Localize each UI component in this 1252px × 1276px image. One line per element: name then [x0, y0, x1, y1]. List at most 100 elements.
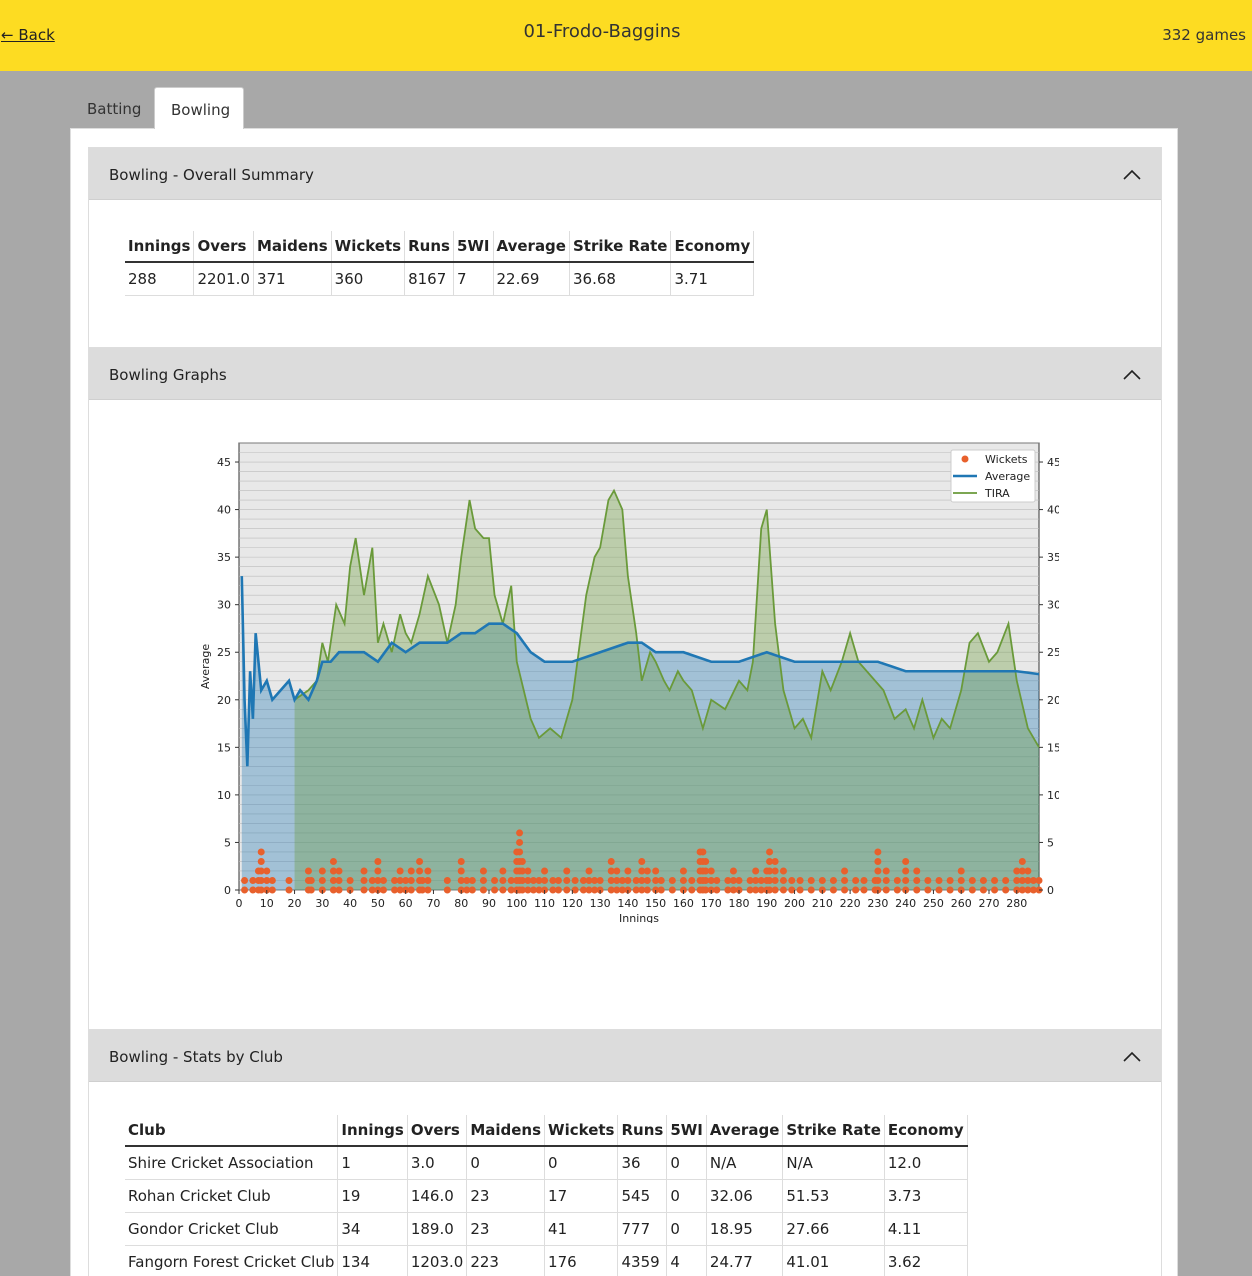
wicket-point	[713, 876, 721, 884]
wicket-point	[893, 886, 901, 894]
summary-panel-header[interactable]: Bowling - Overall Summary	[89, 148, 1161, 200]
table-cell: 17	[544, 1179, 619, 1213]
x-tick-label: 150	[645, 897, 666, 910]
x-tick-label: 220	[840, 897, 861, 910]
x-tick-label: 170	[701, 897, 722, 910]
bowling-chart: 0 10 20 30 40 50 60 70 80 90 100 110 120 130 140 150 160…	[199, 433, 1061, 927]
wicket-point	[874, 876, 882, 884]
x-tick-label: 30	[315, 897, 329, 910]
legend-wickets-marker	[961, 455, 969, 463]
table-cell: 134	[337, 1245, 408, 1276]
wicket-point	[407, 876, 415, 884]
wicket-point	[935, 876, 943, 884]
y-tick-label: 30	[217, 599, 231, 612]
table-cell: 0	[544, 1146, 619, 1180]
column-header: 5WI	[666, 1115, 707, 1147]
table-cell: 41	[544, 1212, 619, 1246]
top-bar: ← Back 01-Frodo-Baggins 332 games	[0, 0, 1252, 71]
y-tick-label-right: 25	[1047, 646, 1059, 659]
wicket-point	[335, 876, 343, 884]
wicket-point	[360, 876, 368, 884]
summary-panel: Bowling - Overall Summary Innings Overs Ma…	[88, 147, 1162, 347]
table-cell: Rohan Cricket Club	[125, 1179, 339, 1213]
wicket-point	[935, 886, 943, 894]
table-cell: 34	[337, 1212, 408, 1246]
wicket-point	[779, 876, 787, 884]
wicket-point	[241, 876, 249, 884]
wicket-point	[874, 857, 882, 865]
y-tick-label: 25	[217, 646, 231, 659]
table-cell: 51.53	[782, 1179, 885, 1213]
wicket-point	[860, 886, 868, 894]
table-row: Rohan Cricket Club 19 146.0 23 17 545 0 32.06 51…	[125, 1179, 968, 1213]
wicket-point	[829, 886, 837, 894]
wicket-point	[752, 867, 760, 875]
table-cell: 18.95	[706, 1212, 784, 1246]
wicket-point	[285, 876, 293, 884]
wicket-point	[788, 876, 796, 884]
wicket-point	[841, 886, 849, 894]
chevron-up-icon[interactable]	[1123, 368, 1141, 380]
table-cell: 4.11	[884, 1212, 968, 1246]
y-tick-label: 0	[224, 884, 231, 897]
wicket-point	[457, 857, 465, 865]
y-tick-label: 10	[217, 789, 231, 802]
wicket-point	[807, 876, 815, 884]
column-header: Average	[706, 1115, 784, 1147]
table-cell: 3.73	[884, 1179, 968, 1213]
wicket-point	[1024, 867, 1032, 875]
wicket-point	[479, 867, 487, 875]
tab-batting[interactable]: Batting	[71, 87, 157, 129]
wicket-point	[771, 857, 779, 865]
table-cell: N/A	[706, 1146, 784, 1180]
wicket-point	[491, 876, 499, 884]
legend-label: Wickets	[985, 453, 1028, 466]
x-axis-label: Innings	[619, 912, 659, 923]
clubs-panel-header[interactable]: Bowling - Stats by Club	[89, 1030, 1161, 1082]
wicket-point	[771, 886, 779, 894]
column-header: Economy	[670, 231, 755, 263]
wicket-point	[554, 886, 562, 894]
y-tick-label-right: 5	[1047, 836, 1054, 849]
x-tick-label: 210	[812, 897, 833, 910]
summary-table: Innings Overs Maidens Wickets Runs 5WI Average…	[125, 231, 755, 296]
wicket-point	[424, 867, 432, 875]
wicket-point	[499, 886, 507, 894]
wicket-point	[702, 857, 710, 865]
x-tick-label: 110	[534, 897, 555, 910]
y-tick-label-right: 45	[1047, 456, 1059, 469]
graphs-panel-title: Bowling Graphs	[109, 366, 227, 384]
y-tick-label-right: 40	[1047, 504, 1059, 517]
tab-bowling[interactable]: Bowling	[154, 87, 244, 129]
table-cell: 36	[617, 1146, 668, 1180]
wicket-point	[516, 838, 524, 846]
wicket-point	[882, 876, 890, 884]
wicket-point	[1002, 876, 1010, 884]
table-cell: 360	[331, 262, 406, 296]
wicket-point	[499, 867, 507, 875]
table-row: Shire Cricket Association 1 3.0 0 0 36 0 N/A N/A…	[125, 1146, 968, 1180]
table-cell: 3.0	[407, 1146, 468, 1180]
clubs-panel: Bowling - Stats by Club Club Innings Overs…	[88, 1029, 1162, 1276]
clubs-table: Club Innings Overs Maidens Wickets Runs 5WI Ave…	[125, 1115, 968, 1276]
wicket-point	[554, 876, 562, 884]
wicket-point	[479, 876, 487, 884]
wicket-point	[841, 867, 849, 875]
wicket-point	[688, 876, 696, 884]
wicket-point	[818, 876, 826, 884]
wicket-point	[668, 886, 676, 894]
wicket-point	[541, 876, 549, 884]
wicket-point	[585, 867, 593, 875]
chevron-up-icon[interactable]	[1123, 1050, 1141, 1062]
wicket-point	[360, 886, 368, 894]
column-header: Runs	[617, 1115, 668, 1147]
legend-label: TIRA	[984, 487, 1010, 500]
wicket-point	[624, 876, 632, 884]
wicket-point	[499, 876, 507, 884]
wicket-point	[771, 867, 779, 875]
wicket-point	[657, 886, 665, 894]
graphs-panel-header[interactable]: Bowling Graphs	[89, 348, 1161, 400]
table-cell: 22.69	[493, 262, 570, 296]
x-tick-label: 100	[506, 897, 527, 910]
chevron-up-icon[interactable]	[1123, 168, 1141, 180]
